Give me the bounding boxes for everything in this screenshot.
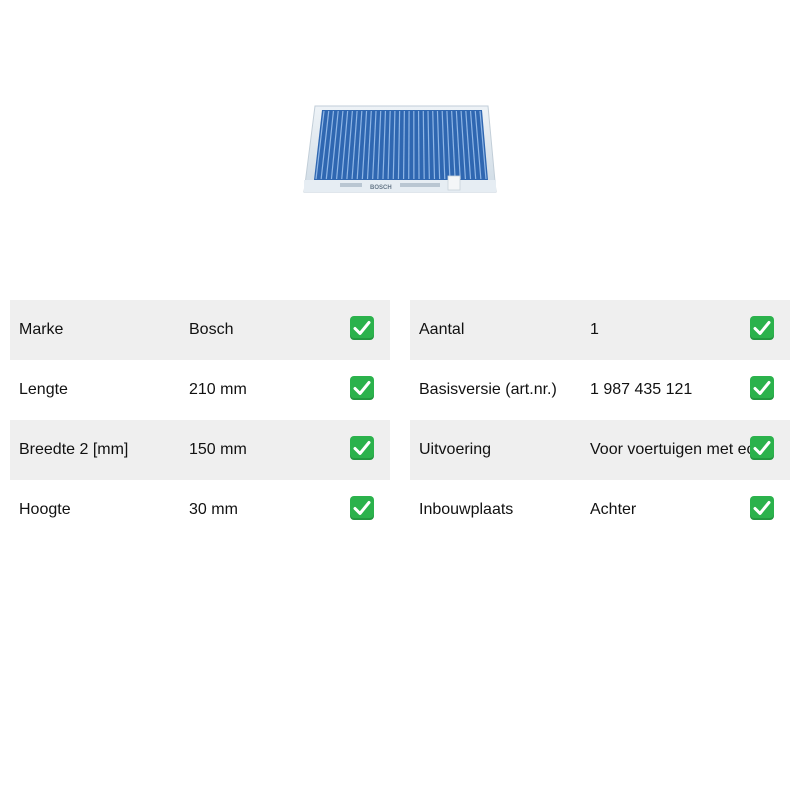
check-icon [350,316,374,340]
spec-row: Aantal 1 [410,300,790,360]
product-image: BOSCH [300,100,500,200]
filter-brand-text: BOSCH [370,185,392,191]
spec-row: Inbouwplaats Achter [410,480,790,540]
spec-row: Breedte 2 [mm] 150 mm [10,420,390,480]
check-icon [350,376,374,400]
spec-row: Basisversie (art.nr.) 1 987 435 121 [410,360,790,420]
check-icon [350,436,374,460]
check-icon [350,496,374,520]
spec-label: Marke [19,321,64,338]
spec-row: Uitvoering Voor voertuigen met eco [410,420,790,480]
check-icon [750,436,774,460]
spec-label: Uitvoering [419,441,492,458]
spec-label: Lengte [19,381,68,398]
filter-pleat [402,110,405,180]
spec-label: Breedte 2 [mm] [19,441,129,458]
cabin-filter-image: BOSCH [303,105,497,193]
spec-label: Hoogte [19,501,71,518]
spec-table-left: Marke Bosch Lengte 210 mm Breedte 2 [mm] 150 … [10,300,390,540]
check-icon [750,376,774,400]
spec-label: Aantal [419,321,465,338]
spec-table-right: Aantal 1 Basisversie (art.nr.) 1 987 435 12… [410,300,790,540]
spec-label: Inbouwplaats [419,501,514,518]
check-icon [750,316,774,340]
spec-row: Lengte 210 mm [10,360,390,420]
page: BOSCH Marke Bosch Lengte 210 mm Breedte 2 [m… [0,0,800,800]
check-icon [750,496,774,520]
spec-row: Hoogte 30 mm [10,480,390,540]
spec-row: Marke Bosch [10,300,390,360]
spec-label: Basisversie (art.nr.) [419,381,557,398]
